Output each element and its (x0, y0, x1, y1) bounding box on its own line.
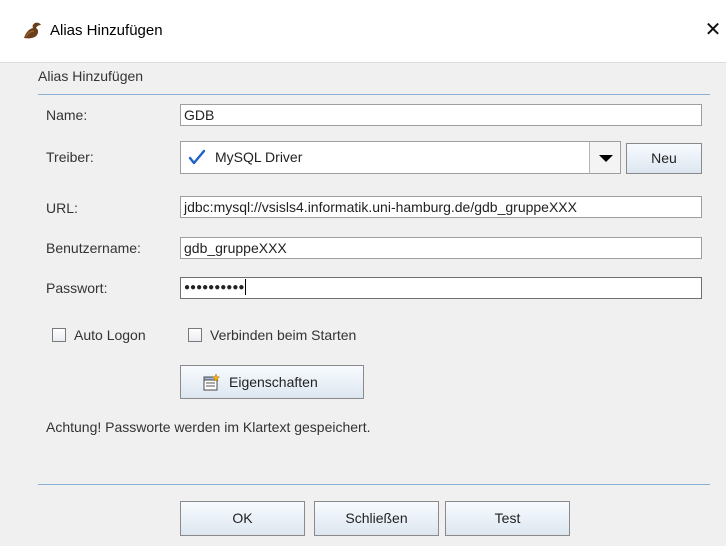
url-value: jdbc:mysql://vsisls4.informatik.uni-hamb… (184, 199, 577, 215)
name-value: GDB (184, 107, 215, 123)
driver-label: Treiber: (46, 149, 94, 165)
auto-logon-checkbox[interactable] (52, 328, 66, 342)
title-bar: Alias Hinzufügen ✕ (0, 0, 726, 63)
ok-button[interactable]: OK (180, 501, 305, 536)
name-label: Name: (46, 107, 88, 123)
password-field[interactable]: ●●●●●●●●●● (180, 277, 702, 299)
properties-label: Eigenschaften (229, 374, 318, 390)
auto-logon-label: Auto Logon (74, 327, 146, 343)
test-button[interactable]: Test (445, 501, 570, 536)
properties-icon (203, 373, 221, 391)
plaintext-warning: Achtung! Passworte werden im Klartext ge… (46, 419, 371, 435)
close-button[interactable]: Schließen (314, 501, 439, 536)
separator-top (38, 94, 710, 95)
password-label: Passwort: (46, 280, 108, 296)
new-driver-button[interactable]: Neu (626, 143, 702, 174)
squirrel-icon (24, 22, 41, 39)
password-value: ●●●●●●●●●● (184, 282, 245, 293)
panel-title: Alias Hinzufügen (38, 68, 144, 84)
properties-button[interactable]: Eigenschaften (180, 365, 364, 399)
url-field[interactable]: jdbc:mysql://vsisls4.informatik.uni-hamb… (180, 196, 702, 218)
close-icon[interactable]: ✕ (700, 14, 726, 46)
text-caret (245, 279, 247, 296)
driver-value: MySQL Driver (215, 149, 303, 165)
driver-select[interactable]: MySQL Driver (180, 141, 621, 174)
username-label: Benutzername: (46, 240, 141, 256)
username-value: gdb_gruppeXXX (184, 240, 287, 256)
driver-dropdown-arrow[interactable] (589, 141, 621, 174)
checkmark-icon (188, 149, 206, 165)
username-field[interactable]: gdb_gruppeXXX (180, 237, 702, 259)
url-label: URL: (46, 200, 78, 216)
name-field[interactable]: GDB (180, 104, 702, 126)
connect-on-start-checkbox[interactable] (188, 328, 202, 342)
separator-bottom (38, 484, 710, 485)
connect-on-start-label: Verbinden beim Starten (210, 327, 357, 343)
window-title: Alias Hinzufügen (50, 22, 163, 39)
